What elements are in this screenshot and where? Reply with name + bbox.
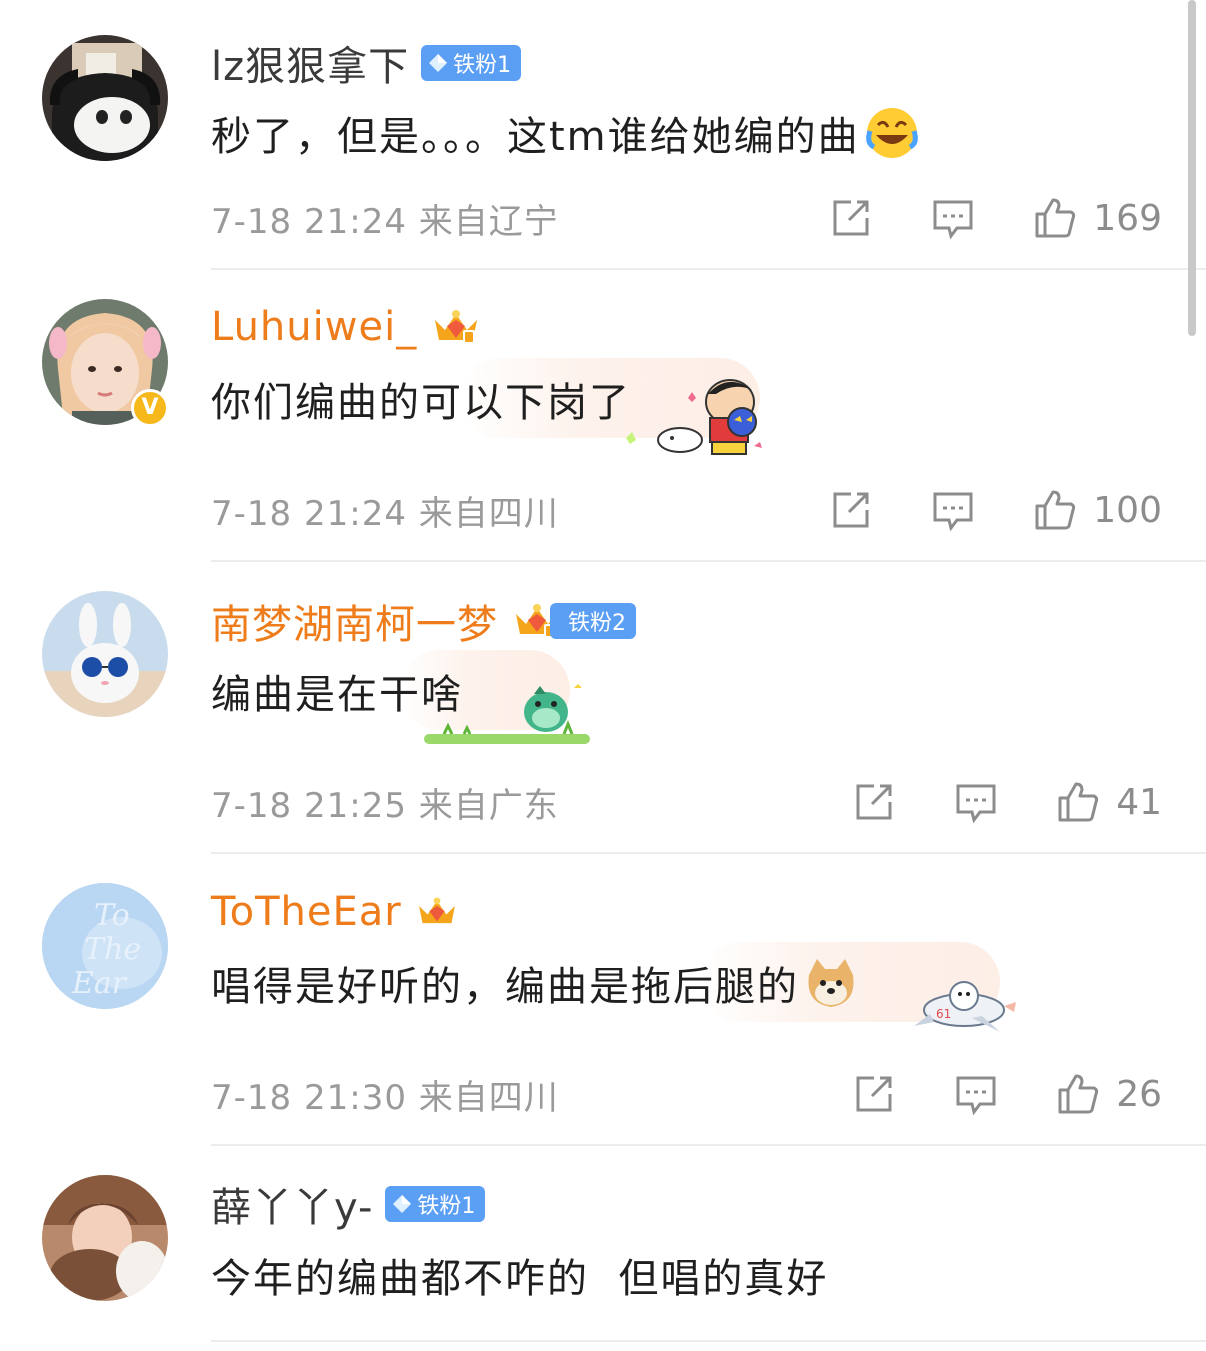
doge-emoji-icon [808, 959, 854, 1007]
comment-text-row: 唱得是好听的，编曲是拖后腿的 [211, 954, 859, 1012]
thumbs-up-icon [1058, 1074, 1099, 1114]
comment-button[interactable] [954, 1072, 998, 1116]
diamond-icon [429, 54, 448, 72]
svg-text:The: The [84, 932, 141, 967]
like-button[interactable]: 41 [1056, 780, 1162, 824]
vip-fan-badge[interactable]: 铁粉2 [510, 600, 636, 642]
thumbs-up-icon [1035, 490, 1076, 530]
username-row: 南梦湖南柯一梦 铁粉2 [211, 596, 636, 648]
divider [211, 268, 1206, 270]
avatar[interactable] [42, 35, 168, 161]
share-external-icon [856, 784, 892, 820]
comment-meta-row: 7-18 21:30 来自四川 26 [211, 1069, 1162, 1119]
thumbs-up-icon [1058, 782, 1099, 822]
vip-crown-icon[interactable] [429, 306, 483, 348]
svg-text:61: 61 [936, 1007, 951, 1021]
like-count: 26 [1116, 1073, 1162, 1115]
fan-badge: 铁粉2 [550, 603, 636, 639]
svg-text:To: To [94, 898, 130, 933]
fan-badge-label: 铁粉1 [453, 53, 512, 78]
thumbs-up-icon [1035, 198, 1076, 238]
divider [211, 1144, 1206, 1146]
fan-badge-label: 铁粉1 [417, 1194, 476, 1219]
avatar[interactable]: To The Ear [42, 883, 168, 1009]
comment-text: 秒了，但是。。。这tm谁给她编的曲 [211, 114, 860, 160]
comment-text: 你们编曲的可以下岗了 [211, 380, 631, 426]
comment-meta-row: 7-18 21:25 来自广东 41 [211, 777, 1162, 827]
share-external-icon [833, 492, 869, 528]
svg-text:Ear: Ear [71, 966, 128, 1001]
fan-badge[interactable]: 铁粉1 [385, 1186, 486, 1222]
like-count: 169 [1093, 197, 1162, 239]
share-external-icon [856, 1076, 892, 1112]
time-location: 7-18 21:30 来自四川 [211, 1077, 559, 1118]
username-row: Luhuiwei_ [211, 302, 483, 352]
comment-text-row: 今年的编曲都不咋的 但唱的真好 [211, 1246, 828, 1304]
username[interactable]: 南梦湖南柯一梦 [211, 592, 498, 650]
avatar[interactable] [42, 1175, 168, 1301]
like-button[interactable]: 169 [1033, 196, 1162, 240]
comment-text: 唱得是好听的，编曲是拖后腿的 [211, 964, 799, 1010]
time-location: 7-18 21:24 来自四川 [211, 493, 559, 534]
repost-button[interactable] [829, 196, 873, 240]
like-count: 41 [1116, 781, 1162, 823]
username[interactable]: lz狠狠拿下 [211, 34, 409, 92]
username[interactable]: 薛丫丫y- [211, 1175, 373, 1233]
comment-text-row: 你们编曲的可以下岗了 [211, 370, 631, 428]
diamond-icon [393, 1195, 412, 1213]
share-external-icon [833, 200, 869, 236]
comment-button[interactable] [931, 488, 975, 532]
fan-badge-label: 铁粉2 [568, 611, 626, 636]
time-location: 7-18 21:24 来自辽宁 [211, 201, 559, 242]
divider [211, 852, 1206, 854]
verified-badge: V [131, 389, 169, 427]
comment-bubble-icon [956, 1076, 996, 1116]
like-button[interactable]: 26 [1056, 1072, 1162, 1116]
avatar[interactable] [42, 591, 168, 717]
username[interactable]: ToTheEar [211, 889, 402, 935]
like-button[interactable]: 100 [1033, 488, 1162, 532]
fan-badge[interactable]: 铁粉1 [421, 45, 522, 81]
divider [211, 560, 1206, 562]
like-count: 100 [1093, 489, 1162, 531]
comment-bubble-icon [933, 492, 973, 532]
dinosaur-sticker-icon [424, 684, 590, 744]
comment-meta-row: 7-18 21:24 来自四川 100 [211, 485, 1162, 535]
time-location: 7-18 21:25 来自广东 [211, 785, 559, 826]
crayon-shinchan-sticker-icon [626, 379, 762, 455]
comment-button[interactable] [954, 780, 998, 824]
comment-button[interactable] [931, 196, 975, 240]
laugh-cry-emoji-icon [865, 108, 918, 158]
repost-button[interactable] [852, 1072, 896, 1116]
repost-button[interactable] [829, 488, 873, 532]
comment-text-row: 秒了，但是。。。这tm谁给她编的曲 [211, 104, 920, 162]
vip-crown-icon[interactable] [414, 891, 460, 933]
comment-bubble-icon [956, 784, 996, 824]
comment-text: 今年的编曲都不咋的 但唱的真好 [211, 1256, 829, 1302]
comment-meta-row: 7-18 21:24 来自辽宁 169 [211, 193, 1162, 243]
airplane-dog-sticker-icon: 61 [914, 981, 1016, 1032]
divider [211, 1340, 1206, 1342]
username[interactable]: Luhuiwei_ [211, 304, 417, 350]
scrollbar[interactable] [1188, 0, 1196, 336]
username-row: lz狠狠拿下 铁粉1 [211, 38, 522, 90]
repost-button[interactable] [852, 780, 896, 824]
username-row: ToTheEar [211, 887, 460, 937]
comment-bubble-icon [933, 200, 973, 240]
username-row: 薛丫丫y- 铁粉1 [211, 1179, 486, 1231]
